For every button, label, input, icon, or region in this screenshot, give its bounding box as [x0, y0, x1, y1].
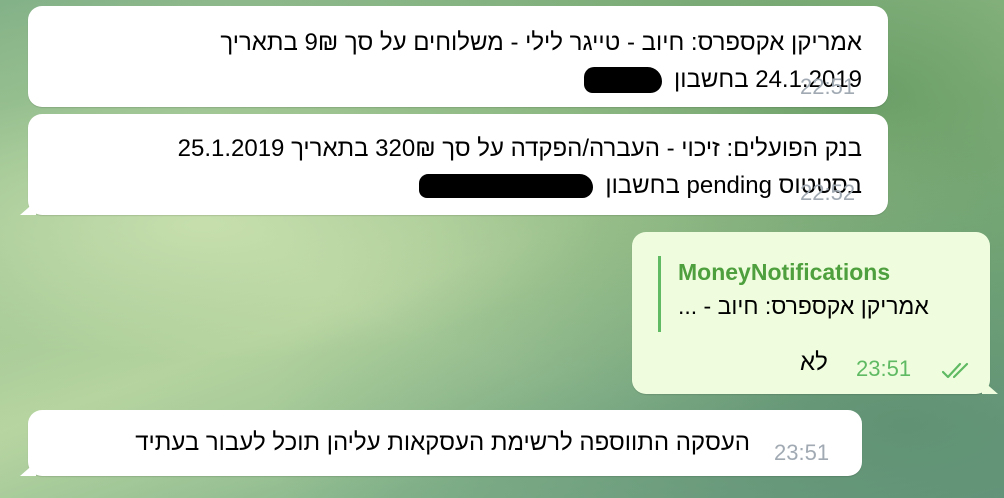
redacted-account-number [419, 173, 594, 198]
message-text: בנק הפועלים: זיכוי - העברה/הפקדה על סך 3… [178, 130, 862, 204]
message-timestamp: 22:51 [800, 74, 856, 99]
message-text: לא [800, 349, 828, 376]
incoming-message[interactable]: בנק הפועלים: זיכוי - העברה/הפקדה על סך 3… [28, 114, 888, 215]
message-text: אמריקן אקספרס: חיוב - טייגר לילי - משלוח… [220, 24, 862, 98]
incoming-message[interactable]: העסקה התווספה לרשימת העסקאות עליהן תוכל … [28, 410, 862, 476]
message-line: בסטטוס pending בחשבון [419, 167, 862, 204]
message-timestamp: 22:52 [800, 180, 856, 205]
double-check-icon [942, 362, 969, 379]
reply-quote[interactable]: MoneyNotifications אמריקן אקספרס: חיוב -… [658, 256, 958, 332]
outgoing-message[interactable]: MoneyNotifications אמריקן אקספרס: חיוב -… [632, 232, 990, 394]
reply-preview-text: אמריקן אקספרס: חיוב - ... [678, 293, 929, 319]
message-text: העסקה התווספה לרשימת העסקאות עליהן תוכל … [135, 429, 750, 456]
message-timestamp: 23:51 [856, 356, 912, 381]
message-line: אמריקן אקספרס: חיוב - טייגר לילי - משלוח… [220, 29, 862, 56]
redacted-account-number [584, 66, 663, 93]
message-timestamp: 23:51 [774, 440, 830, 465]
reply-sender-name: MoneyNotifications [678, 259, 891, 285]
message-line: בנק הפועלים: זיכוי - העברה/הפקדה על סך 3… [177, 135, 862, 162]
incoming-message[interactable]: אמריקן אקספרס: חיוב - טייגר לילי - משלוח… [28, 6, 888, 107]
chat-history: אמריקן אקספרס: חיוב - טייגר לילי - משלוח… [0, 0, 1004, 498]
